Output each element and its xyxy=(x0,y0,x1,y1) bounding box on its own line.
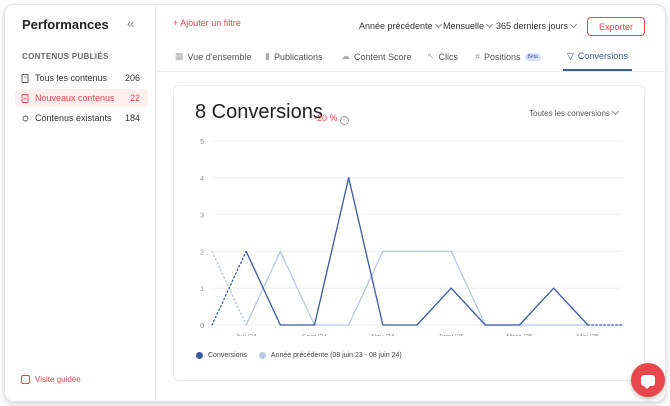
chevron-down-icon xyxy=(485,20,494,29)
compare-dropdown-label: Année précédente xyxy=(359,21,433,31)
period-dropdown-label: 365 derniers jours xyxy=(496,21,569,31)
x-tick-label: Mai '25 xyxy=(577,334,599,336)
x-tick-label: Mars '25 xyxy=(506,334,533,336)
info-icon[interactable]: i xyxy=(339,116,349,125)
app-window: Performances « CONTENUS PUBLIÉS Tous les… xyxy=(4,4,666,402)
sidebar-item-label: Tous les contenus xyxy=(35,73,108,83)
sidebar-item-new-contents[interactable]: Nouveaux contenus 22 xyxy=(15,89,148,107)
conversions-series-segment xyxy=(518,287,555,326)
x-tick-label: Janv '25 xyxy=(438,334,464,336)
filter-icon: ▽ xyxy=(567,50,574,61)
tab-label: Clics xyxy=(438,51,459,62)
legend-label-previous-year: Année précédente (08 juin 23 - 08 juin 2… xyxy=(270,352,402,359)
x-tick-label: Nov '24 xyxy=(371,334,395,336)
tab-positions[interactable]: # Positions Béta xyxy=(475,43,541,70)
x-tick-label: Sept '24 xyxy=(302,334,328,336)
tab-bar: ▦ Vue d'ensemble ▮ Publications ☁ Content S… xyxy=(155,43,665,72)
kpi-value: 8 Conversions xyxy=(195,101,323,123)
tab-overview[interactable]: ▦ Vue d'ensemble xyxy=(175,43,251,70)
conversions-series-segment xyxy=(416,287,452,326)
sidebar-item-label: Contenus existants xyxy=(35,113,112,123)
export-button[interactable]: Exporter xyxy=(587,17,645,36)
file-icon xyxy=(21,73,30,83)
tab-clicks[interactable]: ↖ Clics xyxy=(427,43,458,70)
guided-tour-label: Visite guidée xyxy=(35,375,81,384)
y-tick-label: 1 xyxy=(200,286,204,293)
new-file-icon xyxy=(21,93,30,103)
tab-content-score[interactable]: ☁ Content Score xyxy=(341,43,412,70)
bar-chart-icon: ▮ xyxy=(265,51,270,61)
sidebar-section-title: CONTENUS PUBLIÉS xyxy=(22,52,109,61)
grid-icon: ▦ xyxy=(175,51,184,61)
tab-label: Positions xyxy=(484,51,521,62)
kpi-delta-value: -20 % xyxy=(314,113,338,123)
y-tick-label: 5 xyxy=(200,139,204,146)
guide-icon xyxy=(21,375,30,384)
sidebar-item-all-contents[interactable]: Tous les contenus 206 xyxy=(15,69,148,87)
add-filter-button[interactable]: + Ajouter un filtre xyxy=(173,18,241,28)
legend-dot-previous-year xyxy=(258,352,266,359)
beta-badge: Béta xyxy=(524,52,541,61)
guided-tour-link[interactable]: Visite guidée xyxy=(21,375,81,384)
chevron-down-icon xyxy=(611,107,619,116)
sidebar-item-count: 22 xyxy=(129,93,140,103)
chat-bubble-icon xyxy=(641,374,655,389)
hash-icon: # xyxy=(475,51,481,62)
tab-label: Vue d'ensemble xyxy=(187,51,252,62)
chevron-down-icon xyxy=(434,20,442,29)
sidebar-item-label: Nouveaux contenus xyxy=(35,93,115,103)
tab-publications[interactable]: ▮ Publications xyxy=(265,43,322,70)
chevron-down-icon xyxy=(570,20,578,29)
conversions-series-segment xyxy=(553,287,589,326)
cursor-icon: ↖ xyxy=(427,51,435,61)
y-tick-label: 3 xyxy=(200,213,204,220)
tab-label: Conversions xyxy=(577,51,628,61)
refresh-icon xyxy=(21,114,30,123)
legend-label-conversions: Conversions xyxy=(208,352,247,359)
conversion-type-dropdown[interactable]: Toutes les conversions xyxy=(529,107,619,118)
sidebar-title: Performances xyxy=(22,17,109,32)
kpi-delta: -20 % i xyxy=(314,113,349,125)
compare-dropdown[interactable]: Année précédente xyxy=(359,20,442,31)
conversions-chart: 0 1 2 3 4 5 Juil '24 Sept '24 Nov '24 Janv '25 Mar… xyxy=(200,139,623,336)
sidebar-item-count: 206 xyxy=(124,73,140,83)
conversions-series-segment xyxy=(450,287,486,326)
x-tick-label: Juil '24 xyxy=(235,334,257,336)
tab-label: Publications xyxy=(273,51,323,62)
y-tick-label: 0 xyxy=(200,323,204,330)
y-tick-label: 2 xyxy=(200,249,204,256)
sidebar-item-count: 184 xyxy=(124,113,140,123)
chart-legend: Conversions Année précédente (08 juin 23… xyxy=(196,352,402,359)
tab-label: Content Score xyxy=(354,51,412,62)
sidebar-item-existing-contents[interactable]: Contenus existants 184 xyxy=(15,109,148,127)
granularity-dropdown[interactable]: Mensuelle xyxy=(443,20,494,31)
double-chevron-left-icon[interactable]: « xyxy=(127,16,134,31)
conversion-type-label: Toutes les conversions xyxy=(529,109,610,118)
tab-conversions[interactable]: ▽ Conversions xyxy=(563,43,632,71)
chat-button[interactable] xyxy=(631,363,665,397)
legend-dot-conversions xyxy=(196,352,203,359)
sidebar: Performances « CONTENUS PUBLIÉS Tous les… xyxy=(5,5,156,401)
cloud-icon: ☁ xyxy=(341,51,350,61)
y-tick-label: 4 xyxy=(200,176,204,183)
granularity-dropdown-label: Mensuelle xyxy=(443,21,485,31)
conversions-card: 8 Conversions -20 % i Toutes les conversi… xyxy=(173,85,645,381)
period-dropdown[interactable]: 365 derniers jours xyxy=(496,20,578,31)
